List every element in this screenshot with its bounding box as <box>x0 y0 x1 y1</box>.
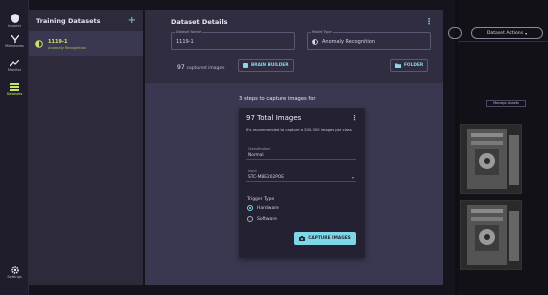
folder-label: FOLDER <box>404 63 424 68</box>
camera-value: STC-MBE202POE <box>248 175 284 180</box>
camera-icon <box>299 236 306 241</box>
nav-item-settings[interactable]: Settings <box>0 266 29 279</box>
nav-item-milestones[interactable]: Milestones <box>0 35 29 48</box>
nav-label: Monitor <box>7 68 22 72</box>
model-type-field: Model Type Anomaly Recognition <box>307 30 431 50</box>
total-images-title: 97 Total Images <box>246 114 302 122</box>
nav-label: Inspect <box>8 24 21 28</box>
card-more-icon[interactable]: ⋮ <box>351 114 358 122</box>
milestone-icon <box>10 35 19 43</box>
capture-button-label: CAPTURE IMAGES <box>308 236 351 241</box>
classification-label: Classification <box>248 147 271 151</box>
dataset-actions-button[interactable]: Dataset Actions ▾ <box>471 27 543 39</box>
field-label: Dataset Name <box>175 30 203 34</box>
model-type-icon <box>312 39 318 45</box>
machine-photo <box>461 125 521 193</box>
brain-builder-label: BRAIN BUILDER <box>251 63 289 68</box>
image-thumbnail[interactable] <box>460 124 522 194</box>
field-value: 1119-1 <box>176 39 194 45</box>
background-pill-button[interactable] <box>448 27 462 39</box>
captured-count: 97 captured images <box>177 64 224 71</box>
nav-label: Settings <box>7 275 22 279</box>
datasets-header: Training Datasets + <box>29 10 143 32</box>
radio-unselected-icon <box>247 216 253 222</box>
trigger-software-radio[interactable]: Software <box>247 216 277 222</box>
gear-icon <box>10 266 19 274</box>
machine-photo <box>461 201 521 269</box>
shield-icon <box>10 14 19 23</box>
image-thumbnail[interactable] <box>460 200 522 270</box>
datasets-panel: Training Datasets + 1119-1 Anomaly Recog… <box>29 10 143 285</box>
nav-label: Milestones <box>5 44 24 48</box>
folder-icon <box>395 63 401 68</box>
nav-item-datasets[interactable]: Datasets <box>0 83 29 96</box>
background-toolbar: Dataset Actions ▾ <box>448 24 548 42</box>
stack-icon <box>10 83 19 91</box>
radio-label: Hardware <box>257 205 279 211</box>
dataset-details-panel: Dataset Details ⋮ Dataset Name 1119-1 Mo… <box>145 10 443 285</box>
folder-button[interactable]: FOLDER <box>390 59 429 72</box>
field-value: Anomaly Recognition <box>322 39 375 45</box>
radio-label: Software <box>257 216 277 222</box>
classification-select[interactable]: Classification Normal <box>246 147 356 160</box>
trigger-hardware-radio[interactable]: Hardware <box>247 205 279 211</box>
trigger-type-label: Trigger Type <box>247 197 275 202</box>
dataset-name: 1119-1 <box>48 38 68 45</box>
background-panel: Dataset Actions ▾ Manage Assets <box>448 0 548 295</box>
camera-label: Input <box>248 169 257 173</box>
more-options-icon[interactable]: ⋮ <box>425 18 433 26</box>
chart-line-icon <box>10 60 19 67</box>
nav-label: Datasets <box>6 92 23 96</box>
chevron-down-icon: ▾ <box>525 30 528 36</box>
datasets-title: Training Datasets <box>36 16 101 25</box>
captured-label: captured images <box>186 66 225 71</box>
captured-number: 97 <box>177 64 185 71</box>
classification-value: Normal <box>248 153 264 158</box>
manage-assets-button[interactable]: Manage Assets <box>486 100 526 107</box>
details-title: Dataset Details <box>171 18 228 26</box>
capture-instructions: 3 steps to capture images for <box>239 96 316 102</box>
capture-recommendation: It's recommended to capture a 200-300 im… <box>246 128 352 132</box>
nav-item-inspect[interactable]: Inspect <box>0 14 29 28</box>
chevron-down-icon: ▾ <box>351 175 354 180</box>
camera-select[interactable]: Input STC-MBE202POE ▾ <box>246 169 356 182</box>
dataset-model-type: Anomaly Recognition <box>48 45 87 50</box>
field-label: Model Type <box>311 30 333 34</box>
dataset-actions-label: Dataset Actions <box>486 30 524 36</box>
dataset-name-field[interactable]: Dataset Name 1119-1 <box>171 30 295 50</box>
nav-item-monitor[interactable]: Monitor <box>0 60 29 72</box>
add-dataset-button[interactable]: + <box>128 15 136 26</box>
capture-card: 97 Total Images ⋮ It's recommended to ca… <box>239 108 365 258</box>
brain-builder-button[interactable]: BRAIN BUILDER <box>238 59 294 72</box>
nav-rail: Inspect Milestones Monitor Datasets Sett… <box>0 0 29 295</box>
dataset-list-item[interactable]: 1119-1 Anomaly Recognition <box>29 32 143 56</box>
brain-icon <box>243 63 248 68</box>
capture-images-button[interactable]: CAPTURE IMAGES <box>294 232 356 245</box>
dataset-details-header: Dataset Details ⋮ Dataset Name 1119-1 Mo… <box>145 10 443 83</box>
half-circle-icon <box>35 40 43 48</box>
radio-selected-icon <box>247 205 253 211</box>
